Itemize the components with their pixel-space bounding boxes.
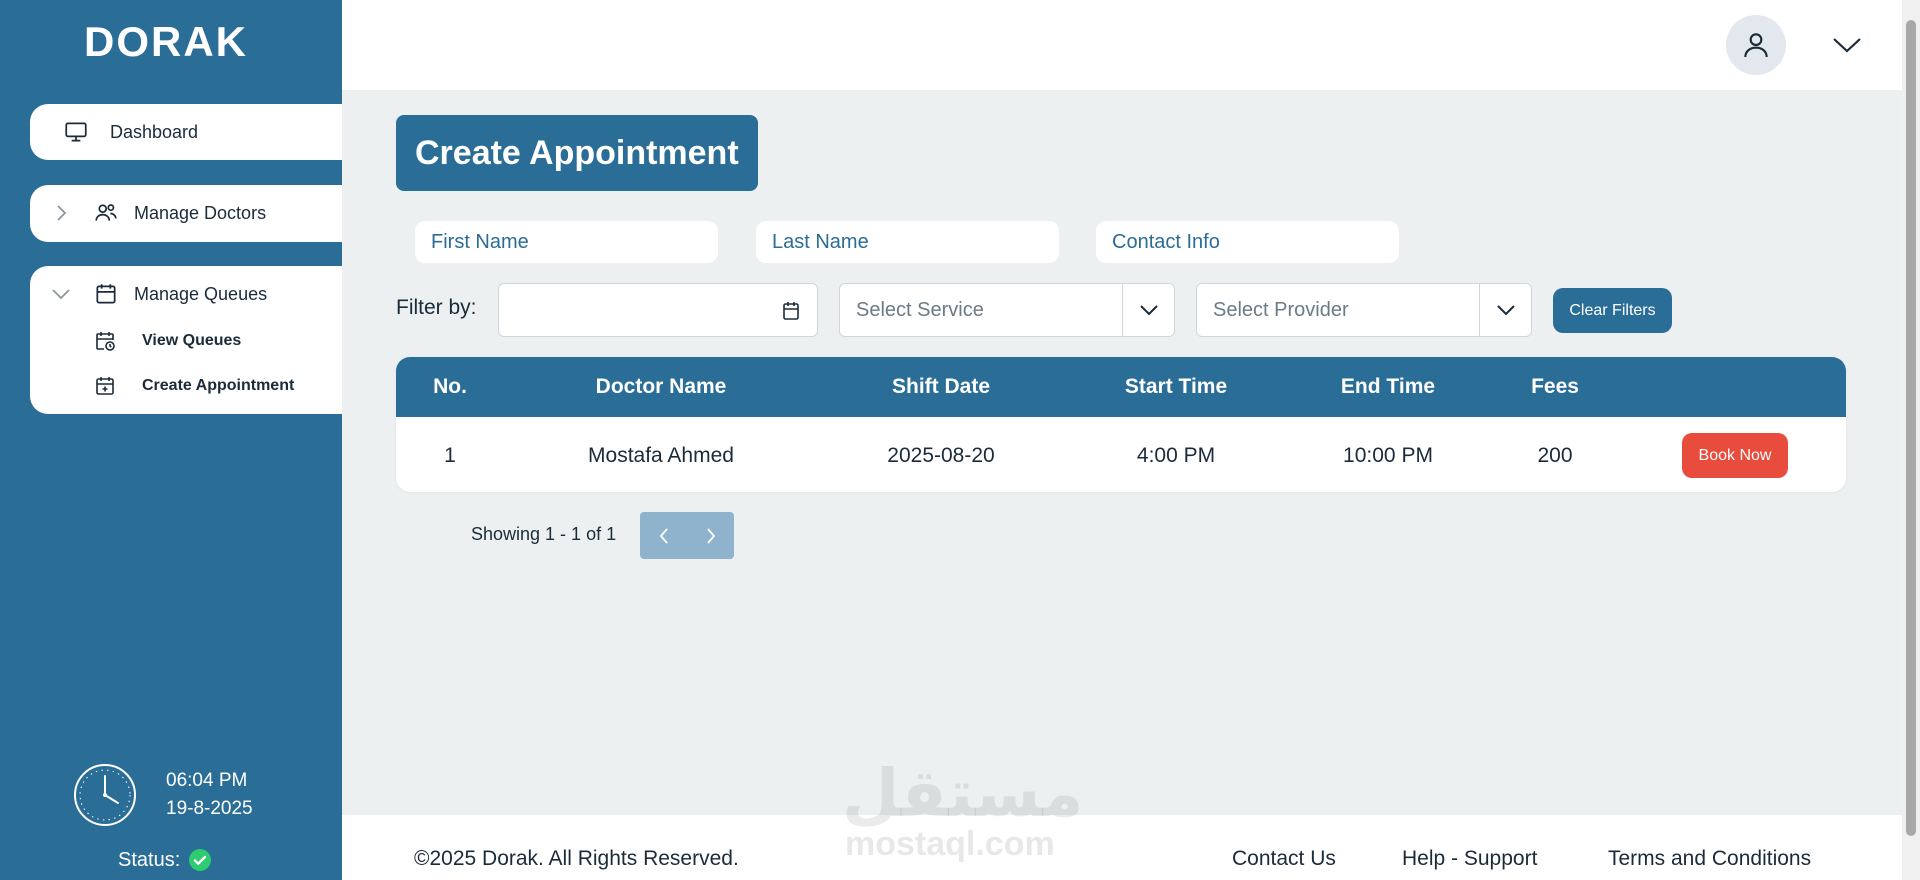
provider-select-toggle[interactable]	[1479, 284, 1531, 336]
calendar-clock-icon	[92, 328, 118, 354]
provider-select[interactable]: Select Provider	[1196, 283, 1532, 337]
column-header-fees: Fees	[1531, 375, 1579, 398]
page-title: Create Appointment	[396, 115, 758, 191]
table-row: 1 Mostafa Ahmed 2025-08-20 4:00 PM 10:00…	[396, 417, 1846, 492]
prev-page-button[interactable]	[640, 512, 687, 559]
sidebar-item-label: Dashboard	[110, 121, 199, 142]
doctors-table: No. Doctor Name Shift Date Start Time En…	[396, 357, 1846, 492]
chevron-down-icon	[50, 283, 72, 305]
status-indicator: Status:	[118, 848, 212, 872]
pagination-controls	[640, 512, 734, 559]
calendar-icon[interactable]	[779, 299, 803, 323]
service-select[interactable]: Select Service	[839, 283, 1175, 337]
last-name-input[interactable]	[756, 221, 1059, 263]
scrollbar-thumb[interactable]	[1906, 20, 1916, 836]
cell-end-time: 10:00 PM	[1343, 444, 1433, 467]
cell-fees: 200	[1537, 444, 1573, 467]
book-now-button[interactable]: Book Now	[1682, 433, 1788, 478]
cell-start-time: 4:00 PM	[1136, 444, 1216, 467]
column-header-no: No.	[433, 375, 467, 398]
column-header-start-time: Start Time	[1124, 375, 1228, 398]
footer-link-contact-us[interactable]: Contact Us	[1232, 847, 1336, 871]
footer-link-help-support[interactable]: Help - Support	[1402, 847, 1537, 871]
column-header-doctor-name: Doctor Name	[595, 375, 727, 398]
chevron-down-icon	[1833, 38, 1861, 53]
watermark-latin: mostaql.com	[845, 825, 1055, 863]
chevron-right-icon	[50, 202, 72, 224]
check-circle-icon	[189, 849, 212, 871]
footer: ©2025 Dorak. All Rights Reserved. Contac…	[342, 815, 1902, 880]
calendar-plus-icon	[92, 373, 118, 399]
brand-logo[interactable]: DORAK	[84, 18, 248, 66]
sidebar-subitem-label: Create Appointment	[142, 376, 295, 394]
column-header-shift-date: Shift Date	[891, 375, 991, 398]
chevron-down-icon	[1496, 305, 1515, 316]
sidebar-subitem-create-appointment[interactable]: Create Appointment	[30, 363, 342, 408]
sidebar-group-manage-queues: Manage Queues View Queues Create Appoint…	[30, 266, 342, 414]
clock-time: 06:04 PM	[166, 770, 248, 791]
sidebar-subitem-view-queues[interactable]: View Queues	[30, 318, 342, 363]
cell-doctor-name: Mostafa Ahmed	[588, 444, 734, 467]
clear-filters-button[interactable]: Clear Filters	[1553, 288, 1672, 333]
provider-select-value: Select Provider	[1213, 299, 1349, 321]
chevron-down-icon	[1139, 305, 1158, 316]
user-menu-toggle[interactable]	[1830, 30, 1864, 60]
users-icon	[92, 199, 120, 227]
filter-label: Filter by:	[396, 296, 477, 319]
sidebar-item-manage-queues[interactable]: Manage Queues	[30, 266, 342, 322]
calendar-icon	[92, 280, 120, 308]
chevron-left-icon	[659, 527, 668, 544]
top-bar	[342, 0, 1902, 90]
table-header: No. Doctor Name Shift Date Start Time En…	[396, 357, 1846, 417]
service-select-value: Select Service	[856, 299, 984, 321]
chevron-right-icon	[706, 527, 715, 544]
pagination-summary: Showing 1 - 1 of 1	[471, 524, 617, 544]
watermark-arabic: مستقل	[842, 755, 1084, 832]
cell-no: 1	[444, 444, 456, 467]
service-select-toggle[interactable]	[1122, 284, 1174, 336]
clock-widget: 06:04 PM 19-8-2025	[72, 762, 332, 832]
first-name-input[interactable]	[415, 221, 718, 263]
cell-shift-date: 2025-08-20	[887, 444, 995, 467]
footer-link-terms[interactable]: Terms and Conditions	[1608, 847, 1811, 871]
sidebar-subitem-label: View Queues	[142, 331, 242, 349]
sidebar-item-manage-doctors[interactable]: Manage Doctors	[30, 185, 342, 242]
user-icon	[1744, 33, 1768, 58]
sidebar: DORAK Dashboard Manage Doctors Manage Qu…	[0, 0, 342, 880]
next-page-button[interactable]	[687, 512, 734, 559]
clock-date: 19-8-2025	[166, 798, 253, 819]
monitor-icon	[62, 118, 90, 146]
sidebar-item-label: Manage Doctors	[134, 202, 267, 223]
sidebar-item-label: Manage Queues	[134, 283, 268, 304]
clock-icon	[74, 764, 136, 826]
footer-copyright: ©2025 Dorak. All Rights Reserved.	[414, 847, 739, 870]
user-avatar-button[interactable]	[1726, 15, 1786, 75]
sidebar-item-dashboard[interactable]: Dashboard	[30, 104, 342, 160]
status-label: Status:	[118, 848, 181, 871]
contact-info-input[interactable]	[1096, 221, 1399, 263]
date-filter-input[interactable]	[498, 283, 818, 337]
column-header-end-time: End Time	[1340, 375, 1436, 398]
